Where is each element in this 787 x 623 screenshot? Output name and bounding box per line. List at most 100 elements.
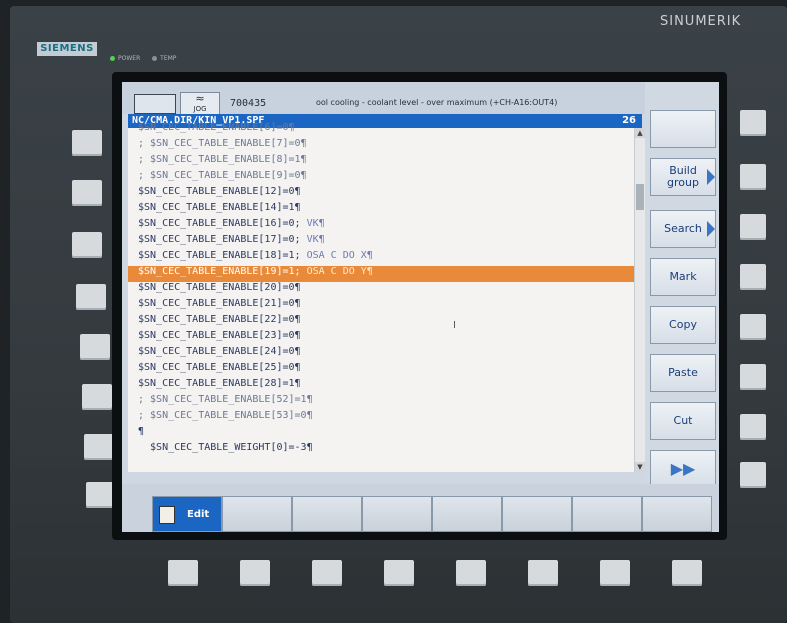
editor-line-code: ; $SN_CEC_TABLE_ENABLE[52]=1¶ bbox=[138, 394, 313, 405]
editor-line-code: $SN_CEC_TABLE_ENABLE[23]=0¶ bbox=[138, 330, 301, 341]
hw-bottom-key-8[interactable] bbox=[672, 560, 702, 586]
editor-line[interactable]: $SN_CEC_TABLE_ENABLE[18]=1; OSA C DO X¶ bbox=[138, 250, 373, 266]
editor-line-code: $SN_CEC_TABLE_ENABLE[24]=0¶ bbox=[138, 346, 301, 357]
hw-left-key-2[interactable] bbox=[72, 180, 102, 206]
hw-bottom-key-3[interactable] bbox=[312, 560, 342, 586]
softkey-v2[interactable]: Build group bbox=[650, 158, 716, 196]
temp-led-icon bbox=[152, 56, 158, 61]
power-led-icon bbox=[110, 56, 115, 61]
editor-line[interactable]: $SN_CEC_TABLE_ENABLE[24]=0¶ bbox=[138, 346, 301, 362]
editor-line[interactable]: ¶ bbox=[138, 426, 144, 442]
hw-right-key-8[interactable] bbox=[740, 462, 766, 488]
hw-right-key-3[interactable] bbox=[740, 214, 766, 240]
editor-line-code: $SN_CEC_TABLE_ENABLE[12]=0¶ bbox=[138, 186, 301, 197]
scroll-down-icon[interactable]: ▼ bbox=[635, 462, 645, 472]
softkey-v1[interactable] bbox=[650, 110, 716, 148]
hw-bottom-key-1[interactable] bbox=[168, 560, 198, 586]
scroll-thumb[interactable] bbox=[636, 184, 644, 210]
editor-line[interactable]: $SN_CEC_TABLE_ENABLE[23]=0¶ bbox=[138, 330, 301, 346]
hw-bottom-key-6[interactable] bbox=[528, 560, 558, 586]
editor-line-selected[interactable]: $SN_CEC_TABLE_ENABLE[19]=1; OSA C DO Y¶ bbox=[128, 266, 646, 282]
hw-left-key-7[interactable] bbox=[84, 434, 114, 460]
softkey-label: Edit bbox=[187, 509, 210, 520]
editor-line-code: $SN_CEC_TABLE_ENABLE[20]=0¶ bbox=[138, 282, 301, 293]
editor-line[interactable]: $SN_CEC_TABLE_ENABLE[16]=0; VK¶ bbox=[138, 218, 325, 234]
editor-scrollbar[interactable]: ▲ ▼ bbox=[634, 128, 645, 472]
editor-line-code: ; $SN_CEC_TABLE_ENABLE[9]=0¶ bbox=[138, 170, 307, 181]
hw-bottom-key-5[interactable] bbox=[456, 560, 486, 586]
softkey-v7[interactable]: Cut bbox=[650, 402, 716, 440]
softkey-h4[interactable] bbox=[362, 496, 432, 532]
editor-line[interactable]: ; $SN_CEC_TABLE_ENABLE[8]=1¶ bbox=[138, 154, 307, 170]
hw-left-key-3[interactable] bbox=[72, 232, 102, 258]
editor-line[interactable]: ; $SN_CEC_TABLE_ENABLE[7]=0¶ bbox=[138, 138, 307, 154]
arrow-right-icon bbox=[707, 221, 715, 237]
editor-line[interactable]: $SN_CEC_TABLE_ENABLE[6]=0¶ bbox=[138, 122, 295, 138]
softkey-h6[interactable] bbox=[502, 496, 572, 532]
alarm-text: ool cooling - coolant level - over maxim… bbox=[316, 98, 558, 107]
hw-right-key-6[interactable] bbox=[740, 364, 766, 390]
editor-line[interactable]: $SN_CEC_TABLE_ENABLE[20]=0¶ bbox=[138, 282, 301, 298]
sinumerik-logo: SINUMERIK bbox=[660, 14, 742, 29]
alarm-number: 700435 bbox=[230, 98, 267, 109]
softkey-v4[interactable]: Mark bbox=[650, 258, 716, 296]
softkey-label: Mark bbox=[669, 270, 697, 283]
line-number: 26 bbox=[622, 115, 636, 126]
softkey-label: Build group bbox=[667, 164, 699, 189]
status-indicators: POWER TEMP bbox=[110, 55, 186, 62]
hw-right-key-7[interactable] bbox=[740, 414, 766, 440]
softkey-v6[interactable]: Paste bbox=[650, 354, 716, 392]
editor-line-code: $SN_CEC_TABLE_ENABLE[18]=1; bbox=[138, 250, 301, 261]
editor-line[interactable]: ; $SN_CEC_TABLE_ENABLE[52]=1¶ bbox=[138, 394, 313, 410]
softkey-h8[interactable] bbox=[642, 496, 712, 532]
editor-line-comment: VK¶ bbox=[300, 234, 325, 245]
softkey-label: Paste bbox=[668, 366, 698, 379]
editor-line-code: $SN_CEC_TABLE_ENABLE[25]=0¶ bbox=[138, 362, 301, 373]
editor-line-comment: OSA C DO Y¶ bbox=[300, 266, 373, 277]
softkey-label: ▶▶ bbox=[670, 459, 696, 478]
hw-left-key-5[interactable] bbox=[80, 334, 110, 360]
editor-line[interactable]: $SN_CEC_TABLE_ENABLE[17]=0; VK¶ bbox=[138, 234, 325, 250]
editor-line[interactable]: $SN_CEC_TABLE_ENABLE[22]=0¶ bbox=[138, 314, 301, 330]
hw-left-key-1[interactable] bbox=[72, 130, 102, 156]
text-cursor-icon: I bbox=[453, 320, 456, 331]
hw-bottom-key-7[interactable] bbox=[600, 560, 630, 586]
editor-line[interactable]: $SN_CEC_TABLE_ENABLE[28]=1¶ bbox=[138, 378, 301, 394]
hw-left-key-6[interactable] bbox=[82, 384, 112, 410]
softkey-label: Cut bbox=[673, 414, 693, 427]
hw-bottom-key-2[interactable] bbox=[240, 560, 270, 586]
jog-icon: ≈ bbox=[195, 92, 205, 105]
softkey-v5[interactable]: Copy bbox=[650, 306, 716, 344]
editor-line[interactable]: $SN_CEC_TABLE_ENABLE[25]=0¶ bbox=[138, 362, 301, 378]
hw-right-key-4[interactable] bbox=[740, 264, 766, 290]
hmi-screen: ≈ JOG 700435 ool cooling - coolant level… bbox=[122, 82, 719, 532]
editor-line[interactable]: $SN_CEC_TABLE_WEIGHT[0]=-3¶ bbox=[138, 442, 313, 458]
edit-softkey[interactable]: Edit bbox=[152, 496, 222, 532]
editor-line[interactable]: $SN_CEC_TABLE_ENABLE[14]=1¶ bbox=[138, 202, 301, 218]
more-softkeys-button[interactable]: ▶▶ bbox=[650, 450, 716, 488]
hw-left-key-4[interactable] bbox=[76, 284, 106, 310]
editor-line[interactable]: ; $SN_CEC_TABLE_ENABLE[53]=0¶ bbox=[138, 410, 313, 426]
softkey-label: Copy bbox=[669, 318, 697, 331]
editor-line-code: $SN_CEC_TABLE_ENABLE[21]=0¶ bbox=[138, 298, 301, 309]
softkey-v3[interactable]: Search bbox=[650, 210, 716, 248]
softkey-h7[interactable] bbox=[572, 496, 642, 532]
editor-line-code: ; $SN_CEC_TABLE_ENABLE[7]=0¶ bbox=[138, 138, 307, 149]
softkey-h3[interactable] bbox=[292, 496, 362, 532]
hw-right-key-2[interactable] bbox=[740, 164, 766, 190]
hw-right-key-5[interactable] bbox=[740, 314, 766, 340]
editor-line[interactable]: $SN_CEC_TABLE_ENABLE[12]=0¶ bbox=[138, 186, 301, 202]
editor-line[interactable]: $SN_CEC_TABLE_ENABLE[21]=0¶ bbox=[138, 298, 301, 314]
softkey-h2[interactable] bbox=[222, 496, 292, 532]
editor-line-code: $SN_CEC_TABLE_ENABLE[17]=0; bbox=[138, 234, 301, 245]
hw-bottom-key-4[interactable] bbox=[384, 560, 414, 586]
editor-line-code: ; $SN_CEC_TABLE_ENABLE[53]=0¶ bbox=[138, 410, 313, 421]
softkey-label: Search bbox=[664, 222, 702, 235]
editor-line[interactable]: ; $SN_CEC_TABLE_ENABLE[9]=0¶ bbox=[138, 170, 307, 186]
softkey-h5[interactable] bbox=[432, 496, 502, 532]
arrow-right-icon bbox=[707, 169, 715, 185]
editor-line-code: $SN_CEC_TABLE_ENABLE[22]=0¶ bbox=[138, 314, 301, 325]
hw-right-key-1[interactable] bbox=[740, 110, 766, 136]
scroll-up-icon[interactable]: ▲ bbox=[635, 128, 645, 138]
program-editor[interactable]: $SN_CEC_TABLE_ENABLE[6]=0¶ ; $SN_CEC_TABL… bbox=[128, 122, 646, 472]
